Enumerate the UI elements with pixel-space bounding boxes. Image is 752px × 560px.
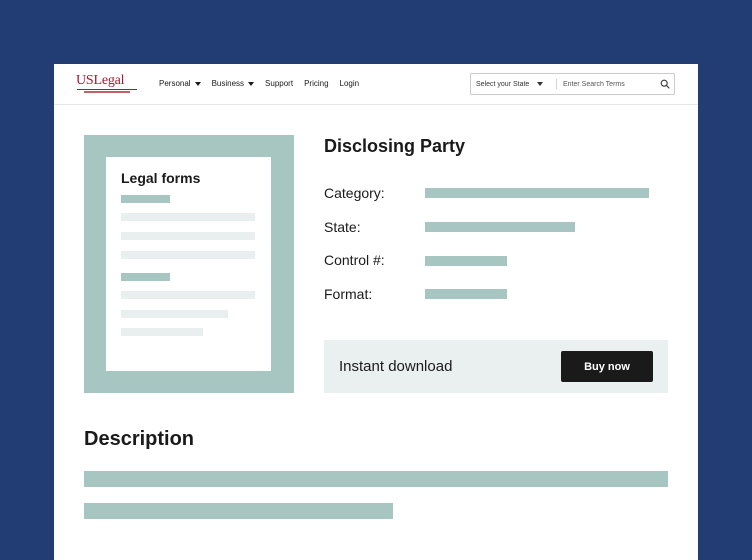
field-value-state (425, 222, 575, 232)
form-preview: Legal forms (84, 135, 294, 393)
nav-label-login: Login (339, 79, 360, 88)
nav-item-support[interactable]: Support (265, 79, 293, 88)
main-nav: Personal Business Support Pricing Login (159, 79, 370, 88)
nav-item-pricing[interactable]: Pricing (304, 79, 328, 88)
nav-label-support: Support (265, 79, 294, 88)
logo-tagline-mark (84, 91, 130, 93)
product-title: Disclosing Party (324, 136, 466, 156)
field-label-state: State: (324, 219, 361, 235)
buy-now-button[interactable]: Buy now (561, 351, 653, 382)
field-value-control (425, 256, 507, 266)
doc-line (121, 328, 203, 336)
doc-line (121, 213, 255, 221)
description-line (84, 503, 393, 519)
nav-item-login[interactable]: Login (340, 79, 360, 88)
chevron-down-icon (248, 81, 255, 86)
doc-line (121, 291, 255, 299)
download-panel: Instant download Buy now (324, 340, 668, 393)
chevron-down-icon (537, 82, 544, 86)
nav-label-pricing: Pricing (304, 79, 329, 88)
field-label-category: Category: (324, 185, 385, 201)
doc-line (121, 232, 255, 240)
instant-download-label: Instant download (339, 358, 453, 375)
search-bar: Select your State (470, 73, 675, 95)
nav-label-business: Business (211, 79, 245, 88)
state-select[interactable]: Select your State (476, 74, 544, 94)
state-select-value: Select your State (476, 80, 530, 88)
chevron-down-icon (194, 81, 201, 86)
document-thumbnail: Legal forms (106, 157, 271, 371)
search-icon[interactable] (660, 79, 670, 89)
field-value-format (425, 289, 507, 299)
field-value-category (425, 188, 649, 198)
nav-item-business[interactable]: Business (211, 79, 255, 88)
search-input[interactable] (563, 77, 653, 91)
nav-label-personal: Personal (159, 79, 191, 88)
site-header: USLegal Personal Business Support Pricin… (54, 64, 698, 105)
field-label-format: Format: (324, 286, 373, 302)
doc-line (121, 273, 170, 281)
uslegal-logo[interactable]: USLegal (76, 73, 140, 97)
doc-line (121, 310, 228, 318)
search-divider (556, 79, 557, 89)
description-line (84, 471, 668, 487)
field-label-control: Control #: (324, 252, 385, 268)
logo-rule (77, 89, 137, 90)
document-title: Legal forms (121, 170, 201, 186)
doc-line (121, 251, 255, 259)
page-window: USLegal Personal Business Support Pricin… (54, 64, 698, 560)
description-heading: Description (84, 428, 195, 450)
doc-line (121, 195, 170, 203)
nav-item-personal[interactable]: Personal (159, 79, 201, 88)
logo-wordmark: USLegal (76, 73, 125, 88)
